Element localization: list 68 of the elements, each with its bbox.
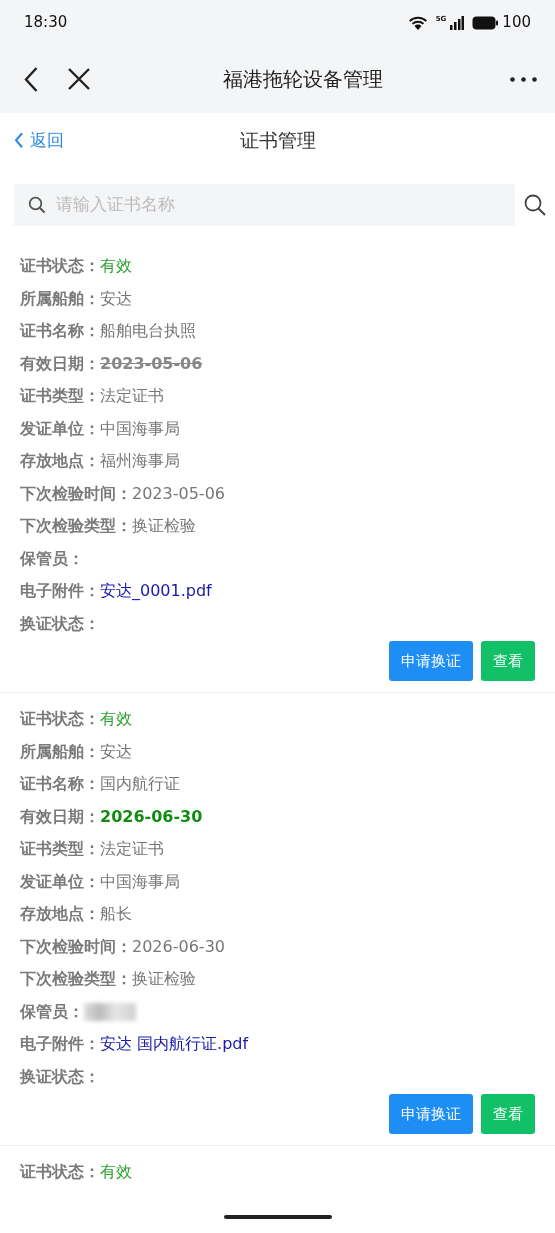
field-value: 法定证书: [100, 838, 164, 861]
field-label: 电子附件：: [20, 1033, 100, 1056]
field-value: 福州海事局: [100, 450, 180, 473]
status-value: 有效: [100, 255, 132, 278]
field-value: 船长: [100, 903, 132, 926]
page-title: 福港拖轮设备管理: [223, 67, 383, 91]
field-label: 有效日期：: [20, 352, 100, 375]
field-label: 证书类型：: [20, 838, 100, 861]
field-label: 发证单位：: [20, 417, 100, 440]
field-value: 国内航行证: [100, 773, 180, 796]
status-value: 有效: [100, 708, 132, 731]
field-label: 证书名称：: [20, 320, 100, 343]
field-value: 中国海事局: [100, 870, 180, 893]
field-label: 有效日期：: [20, 805, 100, 828]
wifi-icon: [407, 14, 428, 31]
date-value: 2026-06-30: [100, 805, 203, 828]
field-label: 所属船舶：: [20, 287, 100, 310]
attachment-link[interactable]: 安达_0001.pdf: [100, 579, 212, 604]
chevron-left-icon: [14, 132, 24, 149]
field-label: 证书状态：: [20, 255, 100, 278]
field-label: 保管员：: [20, 547, 84, 570]
field-value: 2026-06-30: [132, 935, 225, 958]
field-value: 中国海事局: [100, 417, 180, 440]
back-icon: [24, 66, 38, 92]
search-icon: [28, 196, 46, 214]
field-label: 证书名称：: [20, 773, 100, 796]
field-label: 所属船舶：: [20, 740, 100, 763]
field-value: 安达: [100, 740, 132, 763]
section-title: 证书管理: [239, 128, 316, 154]
field-label: 存放地点：: [20, 903, 100, 926]
field-label: 下次检验类型：: [20, 515, 132, 538]
field-value: 2023-05-06: [132, 482, 225, 505]
date-value: 2023-05-06: [100, 352, 203, 375]
field-label: 下次检验时间：: [20, 482, 132, 505]
clock-time: 18:30: [24, 12, 68, 34]
field-value: 换证检验: [132, 968, 196, 991]
field-value: 换证检验: [132, 515, 196, 538]
field-label: 存放地点：: [20, 450, 100, 473]
attachment-link[interactable]: 安达 国内航行证.pdf: [100, 1032, 249, 1057]
field-label: 保管员：: [20, 1000, 84, 1023]
field-label: 证书状态：: [20, 708, 100, 731]
field-label: 下次检验类型：: [20, 968, 132, 991]
search-field[interactable]: 请输入证书名称: [14, 184, 515, 226]
renew-button[interactable]: 申请换证: [389, 641, 473, 681]
battery-level: 100: [502, 12, 531, 34]
field-label: 换证状态：: [20, 612, 100, 635]
field-label: 证书类型：: [20, 385, 100, 408]
field-value: 法定证书: [100, 385, 164, 408]
search-icon: [523, 193, 547, 217]
battery-icon: [472, 15, 499, 30]
field-value: 船舶电台执照: [100, 320, 196, 343]
field-label: 证书状态：: [20, 1161, 100, 1184]
search-button[interactable]: [523, 193, 547, 217]
search-input[interactable]: 请输入证书名称: [54, 191, 501, 219]
field-value: 安达: [100, 287, 132, 310]
signal-icon: [450, 15, 465, 30]
back-link[interactable]: 返回: [14, 127, 64, 154]
view-button[interactable]: 查看: [481, 1094, 535, 1134]
more-button[interactable]: [510, 76, 537, 82]
back-button[interactable]: [24, 66, 38, 92]
status-value: 有效: [100, 1161, 132, 1184]
field-label: 发证单位：: [20, 870, 100, 893]
field-label: 换证状态：: [20, 1065, 100, 1088]
view-button[interactable]: 查看: [481, 641, 535, 681]
renew-button[interactable]: 申请换证: [389, 1094, 473, 1134]
more-icon: [510, 76, 537, 82]
field-label: 下次检验时间：: [20, 935, 132, 958]
field-label: 电子附件：: [20, 580, 100, 603]
